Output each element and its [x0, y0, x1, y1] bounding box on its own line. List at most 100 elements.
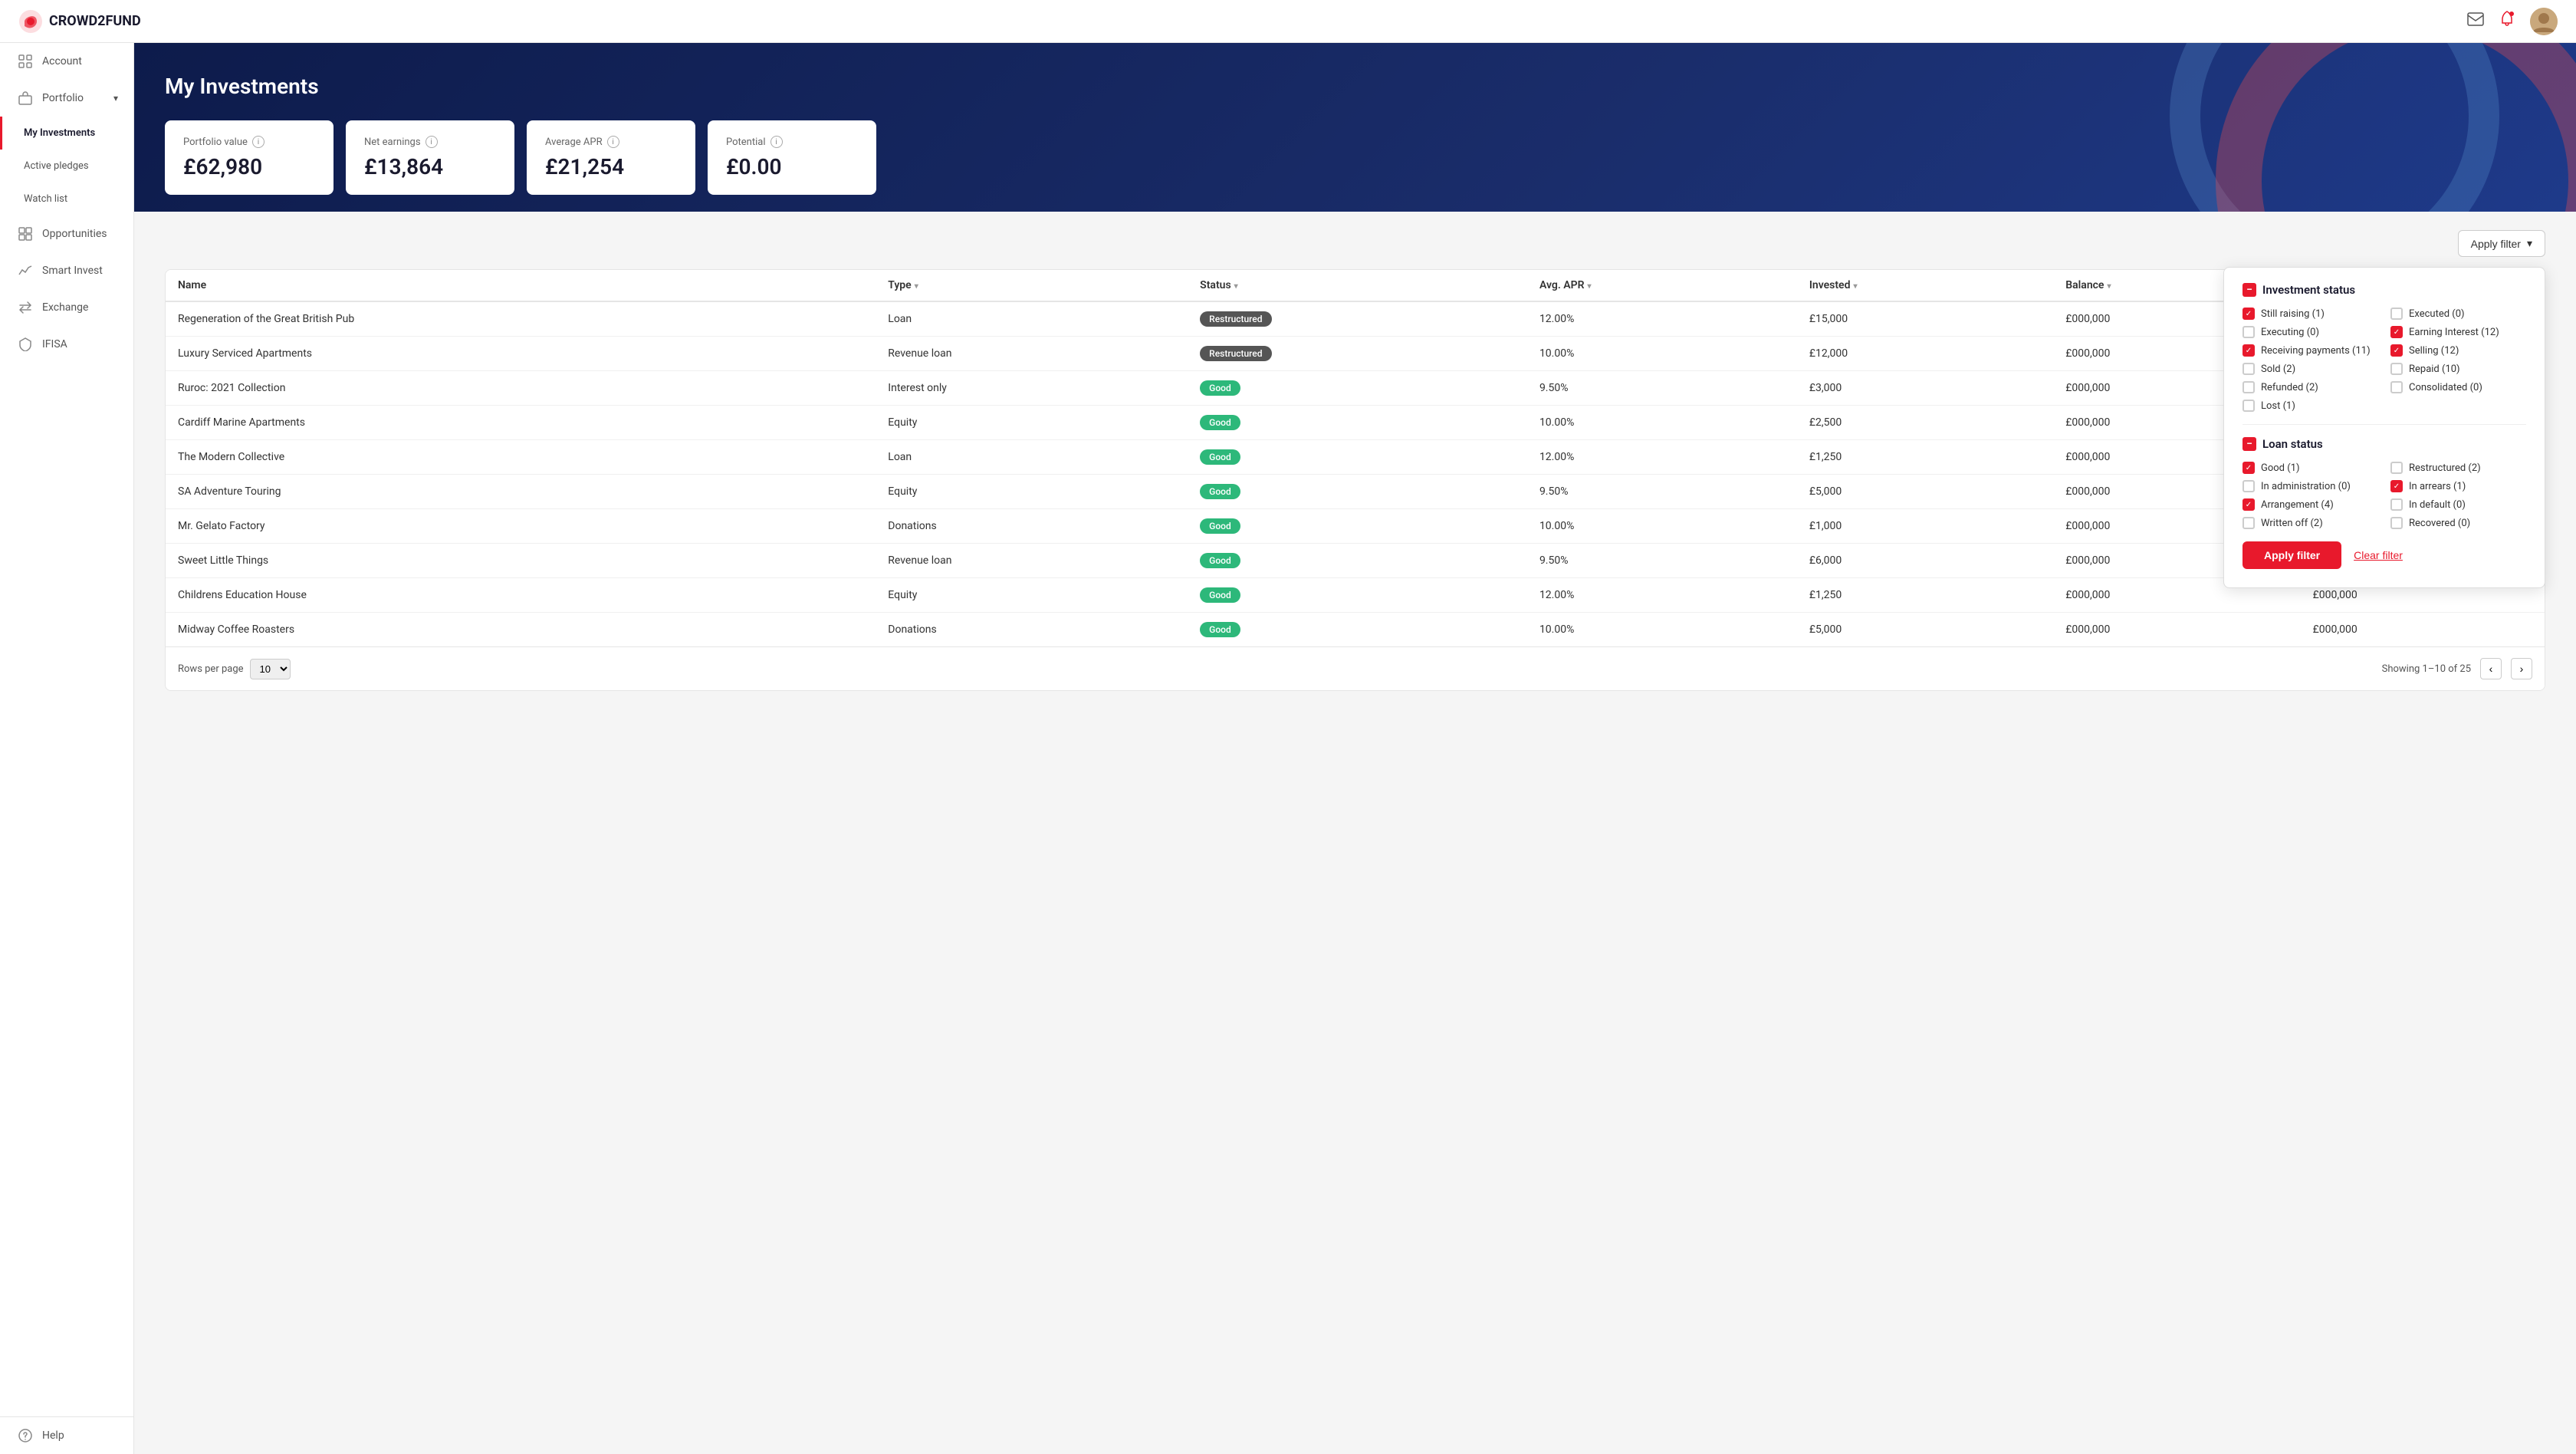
portfolio-value-amount: £62,980: [183, 154, 315, 179]
table-row[interactable]: Sweet Little ThingsRevenue loanGood9.50%…: [166, 544, 2545, 578]
filter-option-sold[interactable]: Sold (2): [2242, 363, 2378, 375]
filter-option-receiving-payments[interactable]: Receiving payments (11): [2242, 344, 2378, 357]
table-row[interactable]: The Modern CollectiveLoanGood12.00%£1,25…: [166, 440, 2545, 475]
filter-option-consolidated[interactable]: Consolidated (0): [2390, 381, 2526, 393]
stat-card-potential: Potential i £0.00: [708, 120, 876, 195]
sort-icon-status[interactable]: ▾: [1234, 282, 1238, 291]
cell-type: Donations: [876, 509, 1188, 544]
filter-option-good[interactable]: Good (1): [2242, 462, 2378, 474]
filter-option-lost[interactable]: Lost (1): [2242, 400, 2378, 412]
checkbox-in-arrears[interactable]: [2390, 480, 2403, 492]
active-pledges-label: Active pledges: [24, 160, 89, 172]
net-earnings-info-icon[interactable]: i: [426, 136, 438, 148]
col-header-invested[interactable]: Invested▾: [1797, 270, 2053, 301]
sidebar-item-active-pledges[interactable]: Active pledges: [0, 150, 133, 183]
sidebar-item-smart-invest[interactable]: Smart Invest: [0, 252, 133, 289]
cell-avg-apr: 9.50%: [1527, 371, 1797, 406]
col-header-avg-apr[interactable]: Avg. APR▾: [1527, 270, 1797, 301]
portfolio-value-info-icon[interactable]: i: [252, 136, 264, 148]
cell-avg-apr: 10.00%: [1527, 406, 1797, 440]
filter-option-in-default[interactable]: In default (0): [2390, 498, 2526, 511]
checkbox-executing[interactable]: [2242, 326, 2255, 338]
user-avatar[interactable]: [2530, 8, 2558, 35]
checkbox-earning-interest[interactable]: [2390, 326, 2403, 338]
investment-status-title: − Investment status: [2242, 283, 2526, 297]
checkbox-good[interactable]: [2242, 462, 2255, 474]
average-apr-info-icon[interactable]: i: [607, 136, 619, 148]
filter-option-earning-interest[interactable]: Earning Interest (12): [2390, 326, 2526, 338]
sidebar-item-help[interactable]: Help: [0, 1417, 133, 1454]
investment-status-collapse-icon[interactable]: −: [2242, 283, 2256, 297]
rows-per-page-select[interactable]: 10 25 50: [250, 659, 291, 679]
checkbox-still-raising[interactable]: [2242, 308, 2255, 320]
sort-icon-type[interactable]: ▾: [915, 282, 918, 291]
checkbox-in-administration[interactable]: [2242, 480, 2255, 492]
sidebar-item-exchange[interactable]: Exchange: [0, 289, 133, 326]
cell-avg-apr: 12.00%: [1527, 440, 1797, 475]
filter-option-in-administration[interactable]: In administration (0): [2242, 480, 2378, 492]
loan-status-collapse-icon[interactable]: −: [2242, 437, 2256, 451]
cell-invested: £15,000: [1797, 301, 2053, 337]
table-row[interactable]: Ruroc: 2021 CollectionInterest onlyGood9…: [166, 371, 2545, 406]
table-toolbar: Apply filter ▾ − Investment status Still…: [165, 230, 2545, 257]
checkbox-receiving-payments[interactable]: [2242, 344, 2255, 357]
col-header-status[interactable]: Status▾: [1188, 270, 1527, 301]
filter-option-selling[interactable]: Selling (12): [2390, 344, 2526, 357]
checkbox-in-default[interactable]: [2390, 498, 2403, 511]
checkbox-sold[interactable]: [2242, 363, 2255, 375]
checkbox-selling[interactable]: [2390, 344, 2403, 357]
checkbox-repaid[interactable]: [2390, 363, 2403, 375]
checkbox-consolidated[interactable]: [2390, 381, 2403, 393]
checkbox-executed[interactable]: [2390, 308, 2403, 320]
filter-option-arrangement[interactable]: Arrangement (4): [2242, 498, 2378, 511]
checkbox-arrangement[interactable]: [2242, 498, 2255, 511]
filter-option-still-raising[interactable]: Still raising (1): [2242, 308, 2378, 320]
checkbox-recovered[interactable]: [2390, 517, 2403, 529]
main-layout: Account Portfolio ▾ My Investments Activ…: [0, 43, 2576, 1454]
apply-filter-button[interactable]: Apply filter ▾: [2458, 230, 2545, 257]
checkbox-lost[interactable]: [2242, 400, 2255, 412]
prev-page-button[interactable]: ‹: [2480, 658, 2502, 679]
potential-info-icon[interactable]: i: [770, 136, 783, 148]
cell-invested: £12,000: [1797, 337, 2053, 371]
filter-option-restructured[interactable]: Restructured (2): [2390, 462, 2526, 474]
filter-option-recovered[interactable]: Recovered (0): [2390, 517, 2526, 529]
showing-label: Showing 1–10 of 25: [2382, 663, 2471, 675]
filter-option-written-off[interactable]: Written off (2): [2242, 517, 2378, 529]
table-row[interactable]: Cardiff Marine ApartmentsEquityGood10.00…: [166, 406, 2545, 440]
filter-option-repaid[interactable]: Repaid (10): [2390, 363, 2526, 375]
table-row[interactable]: Regeneration of the Great British PubLoa…: [166, 301, 2545, 337]
filter-clear-button[interactable]: Clear filter: [2354, 549, 2403, 561]
table-row[interactable]: Luxury Serviced ApartmentsRevenue loanRe…: [166, 337, 2545, 371]
next-page-button[interactable]: ›: [2511, 658, 2532, 679]
sidebar-item-account[interactable]: Account: [0, 43, 133, 80]
table-row[interactable]: Mr. Gelato FactoryDonationsGood10.00%£1,…: [166, 509, 2545, 544]
sort-icon-avg-apr[interactable]: ▾: [1588, 282, 1592, 291]
sidebar-item-portfolio[interactable]: Portfolio ▾: [0, 80, 133, 117]
filter-option-executing[interactable]: Executing (0): [2242, 326, 2378, 338]
label-in-administration: In administration (0): [2261, 481, 2351, 492]
portfolio-icon: [18, 90, 33, 106]
sidebar-item-ifisa[interactable]: IFISA: [0, 326, 133, 363]
filter-option-in-arrears[interactable]: In arrears (1): [2390, 480, 2526, 492]
opportunities-label: Opportunities: [42, 228, 107, 240]
filter-option-executed[interactable]: Executed (0): [2390, 308, 2526, 320]
table-row[interactable]: Childrens Education HouseEquityGood12.00…: [166, 578, 2545, 613]
table-row[interactable]: SA Adventure TouringEquityGood9.50%£5,00…: [166, 475, 2545, 509]
table-row[interactable]: Midway Coffee RoastersDonationsGood10.00…: [166, 613, 2545, 647]
hero-section: My Investments Portfolio value i £62,980…: [134, 43, 2576, 212]
sidebar-item-my-investments[interactable]: My Investments: [0, 117, 133, 150]
sidebar-item-opportunities[interactable]: Opportunities: [0, 215, 133, 252]
mail-button[interactable]: [2467, 12, 2484, 30]
col-header-type[interactable]: Type▾: [876, 270, 1188, 301]
sidebar-item-watch-list[interactable]: Watch list: [0, 183, 133, 215]
filter-option-refunded[interactable]: Refunded (2): [2242, 381, 2378, 393]
sort-icon-invested[interactable]: ▾: [1853, 282, 1857, 291]
filter-apply-button[interactable]: Apply filter: [2242, 541, 2341, 569]
checkbox-refunded[interactable]: [2242, 381, 2255, 393]
checkbox-written-off[interactable]: [2242, 517, 2255, 529]
sort-icon-balance[interactable]: ▾: [2107, 282, 2111, 291]
checkbox-restructured[interactable]: [2390, 462, 2403, 474]
account-label: Account: [42, 55, 82, 67]
notification-button[interactable]: [2499, 11, 2515, 31]
